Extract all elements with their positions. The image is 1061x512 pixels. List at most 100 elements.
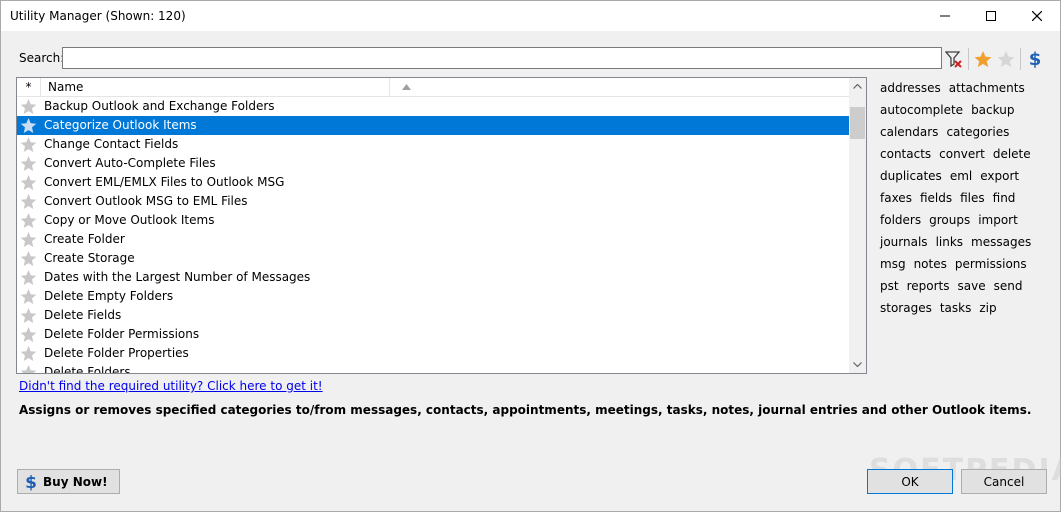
- column-header-star[interactable]: *: [17, 78, 41, 97]
- list-item-name: Backup Outlook and Exchange Folders: [44, 99, 275, 113]
- tag-link[interactable]: storages: [880, 301, 932, 315]
- tag-link[interactable]: reports: [907, 279, 950, 293]
- favorite-star-icon[interactable]: [20, 117, 37, 134]
- chevron-up-icon: [853, 84, 862, 89]
- tag-link[interactable]: permissions: [955, 257, 1027, 271]
- list-item[interactable]: Delete Fields: [17, 306, 849, 325]
- ok-button[interactable]: OK: [867, 469, 953, 494]
- tag-link[interactable]: journals: [880, 235, 928, 249]
- buy-now-button[interactable]: $ Buy Now!: [17, 469, 120, 494]
- tag-link[interactable]: export: [980, 169, 1019, 183]
- search-input[interactable]: [62, 47, 942, 69]
- list-item[interactable]: Create Storage: [17, 249, 849, 268]
- scroll-down-button[interactable]: [849, 356, 866, 373]
- tag-link[interactable]: faxes: [880, 191, 912, 205]
- cancel-button[interactable]: Cancel: [961, 469, 1047, 494]
- favorite-star-icon[interactable]: [20, 288, 37, 305]
- list-item[interactable]: Copy or Move Outlook Items: [17, 211, 849, 230]
- list-item[interactable]: Create Folder: [17, 230, 849, 249]
- tag-link[interactable]: fields: [920, 191, 952, 205]
- favorite-star-icon[interactable]: [20, 231, 37, 248]
- list-item[interactable]: Delete Folder Permissions: [17, 325, 849, 344]
- list-item[interactable]: Delete Empty Folders: [17, 287, 849, 306]
- tag-link[interactable]: files: [960, 191, 985, 205]
- list-item[interactable]: Categorize Outlook Items: [17, 116, 849, 135]
- list-item[interactable]: Delete Folders: [17, 363, 849, 374]
- favorite-star-icon[interactable]: [20, 212, 37, 229]
- list-item[interactable]: Backup Outlook and Exchange Folders: [17, 97, 849, 116]
- tag-link[interactable]: groups: [929, 213, 970, 227]
- show-favorites-button[interactable]: [972, 48, 994, 70]
- toolbar-separator: [968, 48, 969, 70]
- list-item[interactable]: Convert EML/EMLX Files to Outlook MSG: [17, 173, 849, 192]
- utility-list[interactable]: * Name Backup Outlook and Exchange Folde…: [16, 77, 867, 374]
- tag-link[interactable]: msg: [880, 257, 906, 271]
- clear-filter-button[interactable]: [943, 48, 965, 70]
- tag-line: folders groups import: [880, 209, 1050, 231]
- get-utility-link[interactable]: Didn't find the required utility? Click …: [19, 379, 323, 393]
- close-icon: [1032, 11, 1042, 21]
- list-item-name: Create Storage: [44, 251, 135, 265]
- list-header: * Name: [17, 78, 851, 97]
- list-item-name: Convert Auto-Complete Files: [44, 156, 216, 170]
- tag-link[interactable]: find: [993, 191, 1016, 205]
- scrollbar-thumb[interactable]: [850, 107, 865, 139]
- favorite-star-icon[interactable]: [20, 269, 37, 286]
- close-button[interactable]: [1014, 1, 1060, 31]
- favorite-star-icon[interactable]: [20, 98, 37, 115]
- list-item-name: Convert EML/EMLX Files to Outlook MSG: [44, 175, 285, 189]
- list-item[interactable]: Dates with the Largest Number of Message…: [17, 268, 849, 287]
- list-item-name: Delete Folder Permissions: [44, 327, 200, 341]
- purchase-button[interactable]: $: [1024, 48, 1046, 70]
- tag-line: calendars categories: [880, 121, 1050, 143]
- list-item-name: Categorize Outlook Items: [44, 118, 197, 132]
- tag-link[interactable]: categories: [946, 125, 1009, 139]
- tag-link[interactable]: send: [994, 279, 1023, 293]
- scroll-up-button[interactable]: [849, 78, 866, 95]
- tag-link[interactable]: eml: [950, 169, 972, 183]
- tag-link[interactable]: folders: [880, 213, 921, 227]
- favorite-star-icon[interactable]: [20, 307, 37, 324]
- list-item-name: Convert Outlook MSG to EML Files: [44, 194, 248, 208]
- tag-link[interactable]: autocomplete: [880, 103, 963, 117]
- tag-line: autocomplete backup: [880, 99, 1050, 121]
- favorite-star-icon[interactable]: [20, 345, 37, 362]
- list-item-name: Dates with the Largest Number of Message…: [44, 270, 311, 284]
- favorite-star-icon[interactable]: [20, 155, 37, 172]
- utility-manager-window: Utility Manager (Shown: 120) Search: $ *…: [0, 0, 1061, 512]
- tag-link[interactable]: notes: [914, 257, 947, 271]
- tag-link[interactable]: backup: [971, 103, 1014, 117]
- favorite-star-icon[interactable]: [20, 193, 37, 210]
- tag-link[interactable]: delete: [993, 147, 1031, 161]
- tag-link[interactable]: messages: [971, 235, 1031, 249]
- maximize-button[interactable]: [968, 1, 1014, 31]
- column-header-name[interactable]: Name: [42, 78, 411, 97]
- tag-line: storages tasks zip: [880, 297, 1050, 319]
- window-title: Utility Manager (Shown: 120): [10, 9, 186, 23]
- tag-link[interactable]: pst: [880, 279, 899, 293]
- list-item[interactable]: Delete Folder Properties: [17, 344, 849, 363]
- svg-text:$: $: [1029, 49, 1042, 69]
- tag-link[interactable]: contacts: [880, 147, 931, 161]
- tag-link[interactable]: links: [936, 235, 963, 249]
- favorite-star-icon[interactable]: [20, 326, 37, 343]
- tag-link[interactable]: duplicates: [880, 169, 942, 183]
- vertical-scrollbar[interactable]: [849, 78, 866, 373]
- list-item[interactable]: Change Contact Fields: [17, 135, 849, 154]
- tag-link[interactable]: calendars: [880, 125, 938, 139]
- tag-link[interactable]: save: [957, 279, 985, 293]
- show-all-button[interactable]: [995, 48, 1017, 70]
- tag-link[interactable]: attachments: [949, 81, 1025, 95]
- favorite-star-icon[interactable]: [20, 136, 37, 153]
- tag-link[interactable]: import: [978, 213, 1018, 227]
- minimize-button[interactable]: [922, 1, 968, 31]
- tag-link[interactable]: tasks: [940, 301, 972, 315]
- favorite-star-icon[interactable]: [20, 364, 37, 374]
- list-item[interactable]: Convert Outlook MSG to EML Files: [17, 192, 849, 211]
- tag-link[interactable]: addresses: [880, 81, 941, 95]
- list-item[interactable]: Convert Auto-Complete Files: [17, 154, 849, 173]
- favorite-star-icon[interactable]: [20, 174, 37, 191]
- favorite-star-icon[interactable]: [20, 250, 37, 267]
- tag-link[interactable]: zip: [979, 301, 996, 315]
- tag-link[interactable]: convert: [939, 147, 985, 161]
